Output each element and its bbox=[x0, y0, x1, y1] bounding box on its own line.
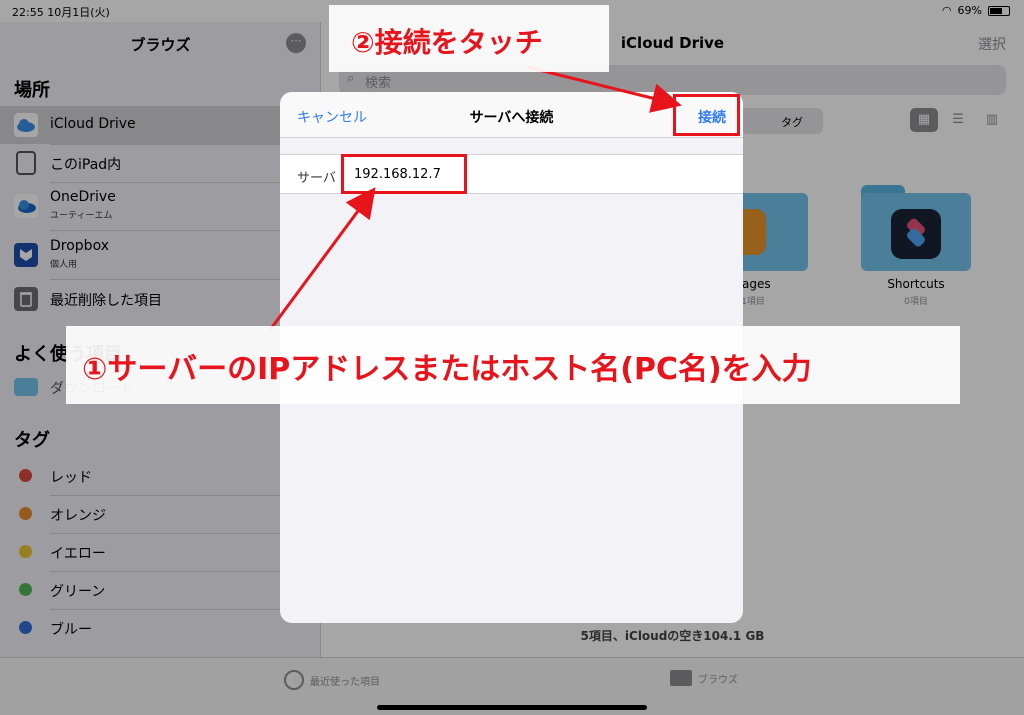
arrow-to-server-input bbox=[268, 187, 376, 331]
callout-step1: ①サーバーのIPアドレスまたはホスト名(PC名)を入力 bbox=[66, 326, 960, 404]
callout-step2-text: ②接続をタッチ bbox=[351, 26, 543, 59]
callout-step2: ②接続をタッチ bbox=[329, 5, 609, 72]
arrow-to-connect-button bbox=[526, 65, 682, 113]
callout-step1-text: ①サーバーのIPアドレスまたはホスト名(PC名)を入力 bbox=[82, 352, 812, 387]
